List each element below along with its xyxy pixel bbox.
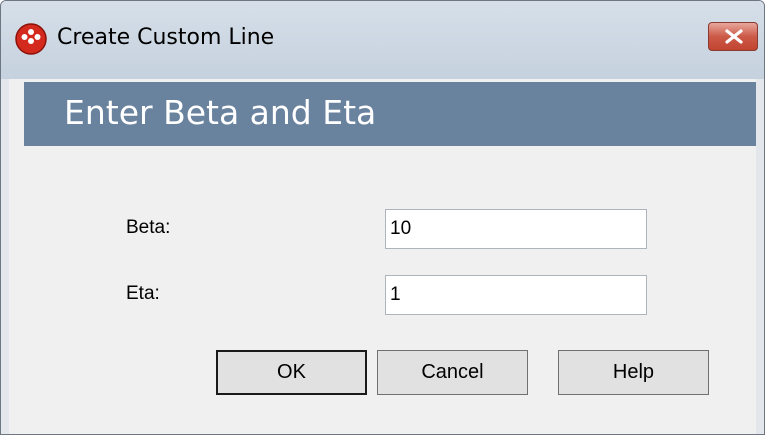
window-title: Create Custom Line	[57, 25, 275, 50]
eta-label: Eta:	[126, 283, 160, 304]
banner-title: Enter Beta and Eta	[64, 93, 377, 132]
help-button-label: Help	[612, 361, 655, 383]
cancel-button-label: Cancel	[421, 361, 484, 383]
ok-button[interactable]: OK	[216, 350, 367, 395]
close-button[interactable]	[708, 22, 758, 51]
dialog-body: Enter Beta and Eta Beta: 10 Eta: 1 OK Ca…	[9, 79, 756, 434]
beta-input[interactable]: 10	[385, 209, 647, 249]
cancel-button[interactable]: Cancel	[377, 350, 528, 395]
app-icon	[15, 23, 47, 55]
ok-button-label: OK	[277, 361, 306, 383]
close-icon	[725, 29, 743, 44]
header-banner: Enter Beta and Eta	[24, 82, 756, 146]
eta-input[interactable]: 1	[385, 275, 647, 315]
title-bar[interactable]: Create Custom Line	[1, 1, 764, 79]
beta-label: Beta:	[126, 217, 171, 238]
help-button[interactable]: Help	[558, 350, 709, 395]
create-custom-line-dialog: Create Custom Line Enter Beta and Eta Be…	[0, 0, 765, 435]
